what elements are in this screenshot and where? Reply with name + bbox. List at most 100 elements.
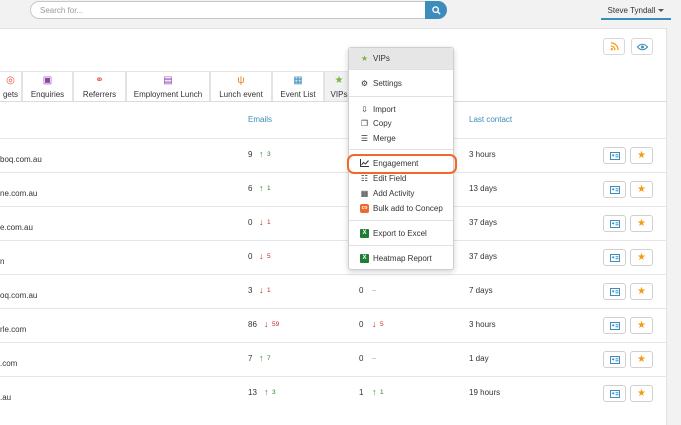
contact-card-icon [609,219,620,228]
emails-count: 0 [248,218,253,227]
menu-divider [349,96,453,97]
contact-email-domain: oq.com.au [0,291,38,300]
menu-item-heatmap-report[interactable]: X Heatmap Report [349,251,453,265]
view-button[interactable] [631,38,653,55]
contact-email-domain: ne.com.au [0,189,38,198]
tab-event-list[interactable]: ▦ Event List [272,71,324,102]
emails-delta: 1 [267,287,271,294]
rss-button[interactable] [603,38,625,55]
secondary-delta: -- [372,287,377,294]
star-button[interactable]: ★ [630,317,653,334]
tab-targets[interactable]: ◎ gets [0,71,22,102]
menu-item-merge[interactable]: ☰ Merge [349,131,453,145]
secondary-delta: 1 [380,389,384,396]
user-menu[interactable]: Steve Tyndall [601,2,671,20]
column-header-last-contact[interactable]: Last contact [469,115,512,124]
emails-delta: 59 [272,321,280,328]
emails-delta: 3 [267,151,271,158]
menu-item-export-to-excel[interactable]: X Export to Excel [349,226,453,240]
menu-item-bulk-add-to-concep[interactable]: co Bulk add to Concep [349,201,453,215]
copy-icon: ❐ [360,118,369,128]
engagement-highlight-outline [347,154,457,174]
star-button[interactable]: ★ [630,181,653,198]
star-button[interactable]: ★ [630,283,653,300]
secondary-count: 1 [359,388,364,397]
contact-card-button[interactable] [603,385,626,402]
arrow-down-icon: ↓ [372,319,377,329]
contact-card-button[interactable] [603,351,626,368]
search-icon [431,5,441,15]
last-contact: 13 days [469,184,498,193]
star-icon: ★ [637,183,646,195]
tab-label: Enquiries [30,90,65,99]
menu-divider [349,69,453,70]
menu-item-settings[interactable]: ⚙ Settings [349,76,453,90]
menu-item-label: Bulk add to Concep [373,203,443,213]
menu-item-label: Add Activity [373,188,415,198]
contact-card-icon [609,151,620,160]
tab-lunch-event[interactable]: ψ Lunch event [210,71,272,102]
eye-icon [636,43,648,50]
arrow-up-icon: ↑ [259,183,264,193]
star-icon: ★ [360,54,369,63]
star-button[interactable]: ★ [630,249,653,266]
arrow-down-icon: ↓ [264,319,269,329]
handshake-icon: ⚭ [95,75,104,86]
contact-card-button[interactable] [603,215,626,232]
menu-header-vips[interactable]: ★ VIPs [349,48,453,69]
tab-enquiries[interactable]: ▣ Enquiries [22,71,73,102]
search-input[interactable] [30,1,426,19]
secondary-count: 0 [359,320,364,329]
contact-card-button[interactable] [603,147,626,164]
chevron-down-icon [658,9,665,12]
tab-label: Event List [280,90,316,99]
menu-item-import[interactable]: ⇩ Import [349,102,453,116]
table-row[interactable]: e.com.au 0 ↓ 1 37 days ★ [0,206,667,240]
contact-email-domain: boq.com.au [0,155,42,164]
star-button[interactable]: ★ [630,147,653,164]
menu-divider [349,220,453,221]
contact-card-icon [609,389,620,398]
enquiry-icon: ▣ [42,75,53,86]
last-contact: 37 days [469,252,498,261]
search-bar [30,1,447,19]
concep-icon: co [360,203,369,213]
last-contact: 3 hours [469,150,496,159]
contact-card-button[interactable] [603,181,626,198]
emails-count: 3 [248,286,253,295]
star-icon: ★ [637,353,646,365]
column-header-emails[interactable]: Emails [248,115,272,124]
menu-item-add-activity[interactable]: ▦ Add Activity [349,186,453,200]
arrow-down-icon: ↓ [259,251,264,261]
rss-icon [610,42,619,51]
emails-delta: 5 [267,253,271,260]
contact-card-icon [609,287,620,296]
search-button[interactable] [425,1,447,19]
table-row[interactable]: rle.com 86 ↓ 59 0 ↓ 5 3 hours ★ [0,308,667,342]
star-button[interactable]: ★ [630,351,653,368]
menu-item-label: Heatmap Report [373,253,432,263]
emails-delta: 3 [272,389,276,396]
menu-item-copy[interactable]: ❐ Copy [349,116,453,130]
secondary-delta: -- [372,355,377,362]
table-row[interactable]: n 0 ↓ 5 37 days ★ [0,240,667,274]
table-row[interactable]: boq.com.au 9 ↑ 3 3 hours ★ [0,138,667,172]
table-row[interactable]: .com 7 ↑ 7 0 -- 1 day ★ [0,342,667,376]
table-row[interactable]: ne.com.au 6 ↑ 1 13 days ★ [0,172,667,206]
table-row[interactable]: oq.com.au 3 ↓ 1 0 -- 7 days ★ [0,274,667,308]
top-bar: Steve Tyndall [0,0,681,24]
tab-referrers[interactable]: ⚭ Referrers [73,71,126,102]
star-button[interactable]: ★ [630,215,653,232]
star-button[interactable]: ★ [630,385,653,402]
tab-employment-lunch[interactable]: ▤ Employment Lunch [126,71,210,102]
excel-icon: X [360,253,369,263]
secondary-count: 0 [359,286,364,295]
contact-card-button[interactable] [603,249,626,266]
contact-card-button[interactable] [603,317,626,334]
emails-count: 0 [248,252,253,261]
emails-delta: 7 [267,355,271,362]
table-row[interactable]: .au 13 ↑ 3 1 ↑ 1 19 hours ★ [0,376,667,410]
menu-item-label: Merge [373,133,396,143]
contact-card-button[interactable] [603,283,626,300]
merge-icon: ☰ [360,133,369,143]
